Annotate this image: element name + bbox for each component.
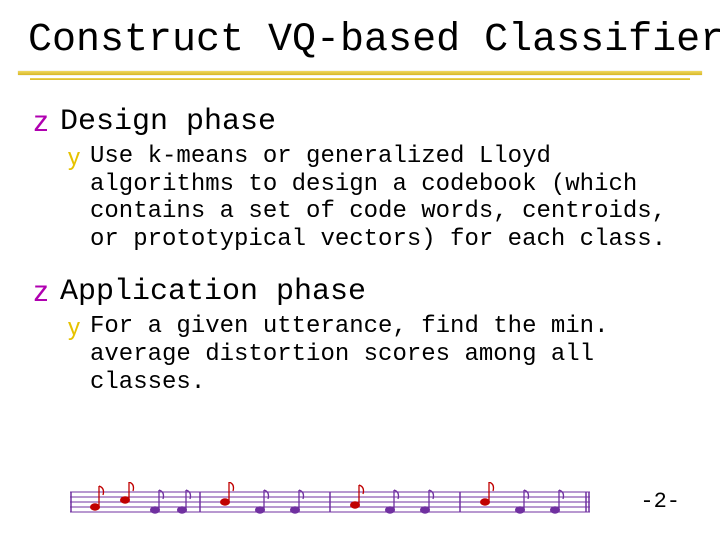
bullet-level2-icon: y: [64, 314, 84, 397]
page-number: -2-: [640, 489, 680, 514]
section-application: z Application phase y For a given uttera…: [30, 275, 692, 396]
bullet-level1-icon: z: [30, 107, 52, 137]
section-body-row: y For a given utterance, find the min. a…: [64, 313, 692, 396]
section-heading: Design phase: [60, 105, 276, 139]
section-body-row: y Use k-means or generalized Lloyd algor…: [64, 143, 692, 253]
section-heading-row: z Application phase: [30, 275, 692, 309]
section-body-text: For a given utterance, find the min. ave…: [90, 313, 680, 396]
bullet-level2-icon: y: [64, 144, 84, 254]
section-design: z Design phase y Use k-means or generali…: [30, 105, 692, 253]
section-body-text: Use k-means or generalized Lloyd algorit…: [90, 143, 680, 253]
slide-title: Construct VQ-based Classifiers: [28, 18, 692, 63]
music-staff-decor: [70, 482, 590, 518]
section-heading: Application phase: [60, 275, 366, 309]
section-heading-row: z Design phase: [30, 105, 692, 139]
bullet-level1-icon: z: [30, 277, 52, 307]
title-underline: [0, 69, 720, 83]
slide: Construct VQ-based Classifiers z Design …: [0, 0, 720, 396]
